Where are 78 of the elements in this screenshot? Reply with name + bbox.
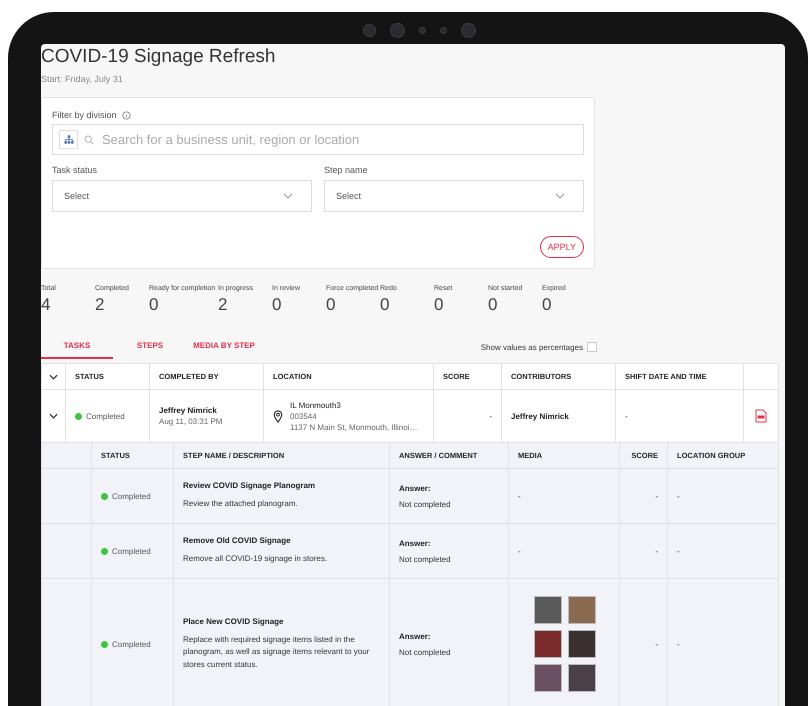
search-input[interactable]: Search for a business unit, region or location	[100, 131, 577, 148]
location-name: IL Monmouth3	[290, 400, 341, 410]
step-name: Review COVID Signage Planogram	[183, 481, 316, 490]
completed-by-name: Jeffrey Nimrick	[159, 406, 217, 415]
answer-value: Not completed	[399, 648, 451, 656]
select-dropdown[interactable]: Select	[52, 180, 312, 212]
status-text: Completed	[112, 546, 151, 556]
step-name: Place New COVID Signage	[183, 616, 284, 626]
select-dropdown[interactable]: Select	[324, 180, 584, 212]
stat-value: 0	[542, 295, 552, 315]
percentages-label: Show values as percentages	[480, 342, 583, 352]
score-value: -	[655, 640, 658, 648]
step-name: Remove Old COVID Signage	[183, 536, 291, 546]
answer-label: Answer:	[399, 484, 431, 492]
stat-value: 0	[488, 295, 498, 315]
tab[interactable]: TASKS	[41, 335, 113, 359]
start-date: Start: Friday, July 31	[41, 74, 124, 84]
filter-label: Filter by division	[52, 110, 117, 120]
shift-value: -	[625, 412, 628, 420]
answer-value: Not completed	[399, 500, 451, 508]
score-value: -	[489, 412, 492, 420]
collapse-all-icon[interactable]	[49, 374, 58, 380]
score-value: -	[655, 546, 658, 556]
info-icon[interactable]	[122, 110, 131, 120]
contributor-name: Jeffrey Nimrick	[511, 412, 569, 420]
stat-value: 2	[95, 295, 106, 315]
apply-button[interactable]: APPLY	[540, 236, 584, 258]
chevron-down-icon[interactable]	[49, 413, 58, 419]
photo-thumbnail[interactable]	[568, 630, 596, 658]
location-group-value: -	[677, 640, 680, 648]
completed-date: Aug 11, 03:31 PM	[159, 417, 222, 426]
answer-value: Not completed	[399, 554, 451, 564]
photo-thumbnail[interactable]	[568, 596, 596, 624]
score-value: -	[655, 492, 658, 500]
stat-value: 0	[272, 295, 282, 315]
camera-icon	[363, 24, 376, 37]
search-icon	[84, 134, 94, 144]
chevron-down-icon	[555, 193, 565, 199]
location-group-value: -	[677, 492, 680, 500]
search-bar[interactable]: Search for a business unit, region or location	[52, 124, 584, 155]
stat-value: 2	[218, 295, 228, 315]
media-value: -	[518, 546, 521, 556]
location-address: 1137 N Main St, Monmouth, Illinoi…	[290, 422, 418, 432]
hierarchy-button[interactable]	[59, 130, 78, 149]
tab[interactable]: STEPS	[121, 335, 179, 359]
step-description: Remove all COVID-19 signage in stores.	[183, 553, 328, 566]
step-description: Replace with required signage items listed in the planogram, as well as signage items relevant to your stores current status.	[183, 634, 370, 671]
hierarchy-icon	[64, 135, 74, 144]
photo-thumbnail[interactable]	[534, 664, 562, 692]
status-text: Completed	[112, 640, 151, 648]
sensor-icon	[440, 27, 447, 34]
pdf-icon[interactable]	[755, 409, 767, 423]
percentages-checkbox[interactable]	[587, 342, 597, 352]
select-label: Task status	[52, 165, 98, 175]
sensor-icon	[419, 27, 426, 34]
stat-value: 0	[326, 295, 336, 315]
photo-thumbnail[interactable]	[534, 596, 562, 624]
location-pin-icon	[273, 410, 283, 422]
chevron-down-icon	[283, 193, 293, 199]
camera-icon	[461, 23, 476, 38]
status-text: Completed	[86, 412, 125, 420]
photo-thumbnail[interactable]	[534, 630, 562, 658]
answer-label: Answer:	[399, 538, 431, 548]
status-text: Completed	[112, 492, 151, 500]
stat-value: 0	[434, 295, 444, 315]
stat-value: 0	[380, 295, 390, 315]
step-description: Review the attached planogram.	[183, 498, 298, 510]
camera-icon	[390, 23, 405, 38]
page-title: COVID-19 Signage Refresh	[41, 45, 276, 68]
location-group-value: -	[677, 546, 680, 556]
photo-thumbnail[interactable]	[568, 664, 596, 692]
tab[interactable]: MEDIA BY STEP	[187, 335, 261, 359]
media-value: -	[518, 492, 521, 500]
stat-value: 4	[41, 295, 52, 315]
answer-label: Answer:	[399, 632, 431, 640]
select-label: Step name	[324, 165, 369, 175]
stat-value: 0	[149, 295, 160, 315]
location-code: 003544	[290, 412, 317, 420]
